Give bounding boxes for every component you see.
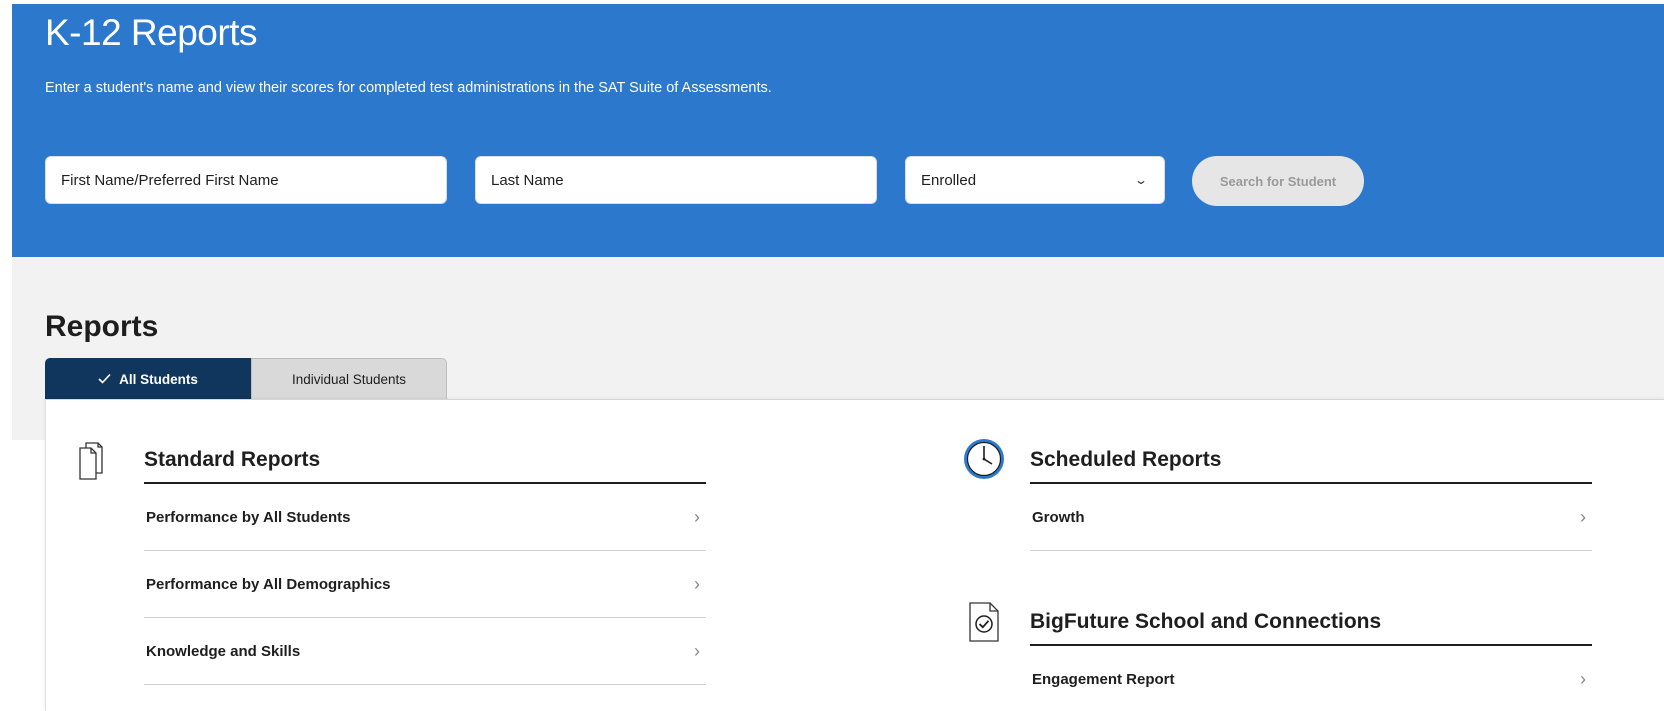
report-link-growth[interactable]: Growth ›: [1030, 484, 1592, 551]
search-for-student-button[interactable]: Search for Student: [1192, 156, 1364, 206]
standard-reports-title: Standard Reports: [144, 448, 321, 471]
checkmark-icon: [98, 371, 111, 387]
scheduled-reports-title: Scheduled Reports: [1030, 448, 1222, 471]
chevron-right-icon: ›: [1580, 506, 1586, 527]
enrollment-select-value: Enrolled: [921, 171, 977, 189]
report-link-knowledge-and-skills[interactable]: Knowledge and Skills ›: [144, 618, 706, 685]
report-link-label: Growth: [1032, 508, 1085, 526]
chevron-right-icon: ›: [694, 573, 700, 594]
standard-reports-section: Standard Reports Performance by All Stud…: [79, 432, 706, 685]
tab-all-students[interactable]: All Students: [45, 358, 251, 400]
clock-icon: [962, 437, 1006, 481]
chevron-right-icon: ›: [1580, 668, 1586, 689]
tab-all-students-label: All Students: [119, 371, 198, 387]
scheduled-reports-section: Scheduled Reports Growth ›: [964, 432, 1592, 551]
hero-description: Enter a student's name and view their sc…: [45, 80, 772, 96]
k12-reports-page: K-12 Reports Enter a student's name and …: [0, 0, 1664, 711]
report-link-label: Performance by All Students: [146, 508, 351, 526]
chevron-down-icon: ⌄: [1133, 173, 1149, 187]
chevron-right-icon: ›: [694, 506, 700, 527]
last-name-input[interactable]: [491, 157, 876, 203]
report-link-label: Engagement Report: [1032, 670, 1175, 688]
document-check-icon: [962, 599, 1006, 643]
report-link-performance-all-students[interactable]: Performance by All Students ›: [144, 484, 706, 551]
last-name-field[interactable]: [475, 156, 877, 204]
bigfuture-header: BigFuture School and Connections: [969, 594, 1592, 646]
reports-heading: Reports: [45, 310, 159, 343]
student-search-hero: K-12 Reports Enter a student's name and …: [12, 4, 1664, 257]
bigfuture-section: BigFuture School and Connections Engagem…: [969, 594, 1592, 711]
left-gutter: [0, 0, 12, 440]
chevron-right-icon: ›: [694, 640, 700, 661]
tab-individual-students-label: Individual Students: [291, 372, 407, 387]
page-title: K-12 Reports: [45, 12, 258, 53]
reports-tabs: All Students Individual Students: [45, 358, 447, 400]
standard-reports-header: Standard Reports: [79, 432, 706, 484]
report-link-label: Knowledge and Skills: [146, 642, 301, 660]
bigfuture-title: BigFuture School and Connections: [1030, 610, 1382, 633]
first-name-field[interactable]: [45, 156, 447, 204]
documents-icon: [76, 437, 120, 481]
report-link-label: Performance by All Demographics: [146, 575, 391, 593]
report-link-performance-all-demographics[interactable]: Performance by All Demographics ›: [144, 551, 706, 618]
first-name-input[interactable]: [61, 157, 446, 203]
scheduled-reports-header: Scheduled Reports: [964, 432, 1592, 484]
report-link-engagement-report[interactable]: Engagement Report ›: [1030, 646, 1592, 711]
enrollment-select[interactable]: Enrolled ⌄: [905, 156, 1165, 204]
tab-individual-students[interactable]: Individual Students: [251, 358, 447, 400]
